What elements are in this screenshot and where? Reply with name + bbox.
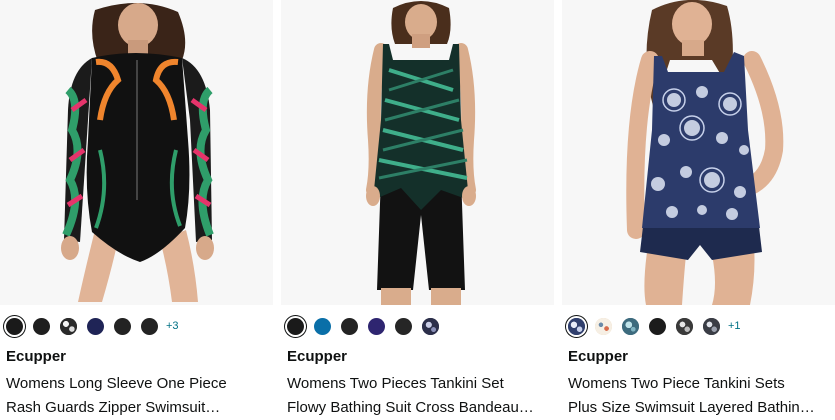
color-swatch[interactable] [703,317,720,335]
color-swatch[interactable] [87,317,104,335]
color-swatch[interactable] [422,317,439,335]
product-card: Ecupper Womens Two Pieces Tankini Set Fl… [281,0,554,418]
product-title-link[interactable]: Womens Two Piece Tankini Sets Plus Size … [568,372,830,420]
color-swatch[interactable] [368,317,385,335]
product-title-line: Womens Long Sleeve One Piece [6,375,227,392]
product-brand: Ecupper [287,348,348,365]
color-swatches: +3 [6,315,179,337]
color-swatch[interactable] [141,317,158,335]
product-title-link[interactable]: Womens Two Pieces Tankini Set Flowy Bath… [287,372,549,420]
product-title-line: Womens Two Piece Tankini Sets [568,375,785,392]
color-swatch[interactable] [568,317,585,335]
product-brand: Ecupper [6,348,67,365]
product-grid: +3 Ecupper Womens Long Sleeve One Piece … [0,0,835,418]
product-image[interactable] [0,0,273,305]
color-swatch[interactable] [622,317,639,335]
product-card: +3 Ecupper Womens Long Sleeve One Piece … [0,0,273,418]
color-swatch[interactable] [114,317,131,335]
product-brand: Ecupper [568,348,629,365]
color-swatches [287,315,449,337]
more-colors-link[interactable]: +1 [728,320,741,332]
product-title-line: Rash Guards Zipper Swimsuit… [6,399,221,416]
color-swatches: +1 [568,315,741,337]
color-swatch[interactable] [395,317,412,335]
color-swatch[interactable] [6,317,23,335]
product-image[interactable] [281,0,554,305]
product-image-graphic [0,0,273,305]
product-image[interactable] [562,0,835,305]
color-swatch[interactable] [33,317,50,335]
color-swatch[interactable] [649,317,666,335]
color-swatch[interactable] [314,317,331,335]
color-swatch[interactable] [595,317,612,335]
product-title-line: Flowy Bathing Suit Cross Bandeau… [287,399,534,416]
color-swatch[interactable] [287,317,304,335]
product-title-link[interactable]: Womens Long Sleeve One Piece Rash Guards… [6,372,268,420]
product-title-line: Womens Two Pieces Tankini Set [287,375,504,392]
product-card: +1 Ecupper Womens Two Piece Tankini Sets… [562,0,835,418]
product-title-line: Plus Size Swimsuit Layered Bathin… [568,399,815,416]
more-colors-link[interactable]: +3 [166,320,179,332]
color-swatch[interactable] [60,317,77,335]
product-image-graphic [562,0,835,305]
product-image-graphic [281,0,554,305]
color-swatch[interactable] [341,317,358,335]
color-swatch[interactable] [676,317,693,335]
